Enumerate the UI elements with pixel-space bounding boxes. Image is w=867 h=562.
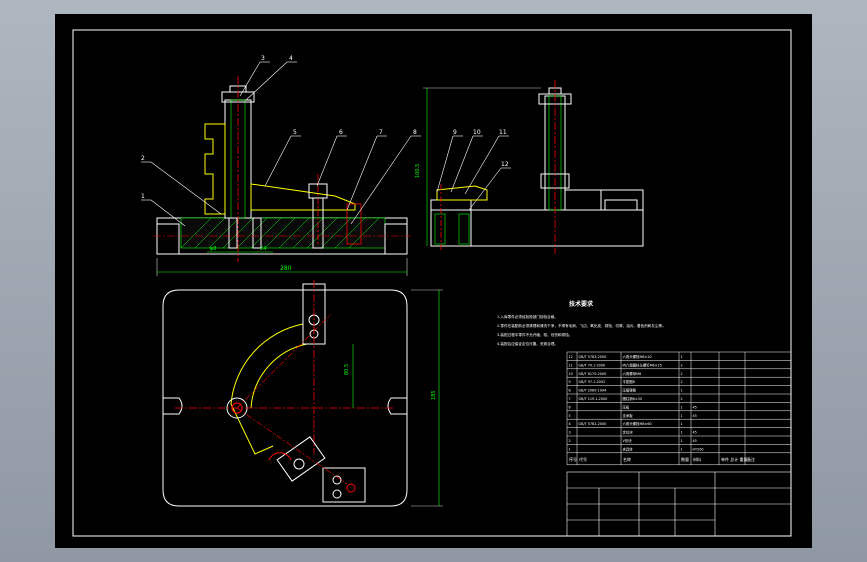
bom-table: 12 GB/T 5783-2000 六角头螺栓M6×20 111 GB/T 70.1-2…: [566, 351, 792, 466]
bom-cell: 夹具体: [623, 446, 634, 451]
bom-cell: 圆柱销6×30: [623, 396, 642, 401]
bom-cell: 1: [681, 389, 683, 393]
bom-header-cell: 序号: [569, 456, 577, 462]
bom-cell: 7: [569, 397, 571, 401]
balloon-10: 10: [473, 129, 481, 136]
bom-cell: GB/T 97.1-2002: [579, 380, 606, 384]
side-view: 100.5: [415, 80, 644, 254]
bom-cell: 1: [681, 431, 683, 435]
side-height-dim: 100.5: [415, 164, 421, 178]
balloon-4: 4: [289, 55, 293, 62]
bom-cell: 六角头螺栓M6×20: [623, 354, 652, 359]
bom-cell: 2: [681, 380, 683, 384]
bom-cell: 45: [693, 405, 697, 409]
balloon-12: 12: [501, 161, 509, 168]
bom-cell: GB/T 6170-2000: [579, 372, 607, 376]
bom-cell: 3: [569, 431, 571, 435]
bom-header-cell: 材料: [693, 456, 701, 462]
balloon-3: 3: [261, 55, 265, 62]
tech-line-4: 4.装配后应保证定位可靠、夹紧合理。: [497, 341, 558, 346]
bom-cell: 1: [681, 414, 683, 418]
bom-cell: GB/T 70.1-2000: [579, 363, 606, 367]
bom-cell: 内六角圆柱头螺钉M6×25: [623, 362, 662, 367]
bom-cell: 2: [681, 397, 683, 401]
bom-cell: 平垫圈8: [623, 379, 635, 384]
bom-header-cell: 备注: [747, 456, 755, 462]
bom-cell: 6: [569, 405, 571, 409]
balloon-11: 11: [499, 129, 507, 136]
balloon-8: 8: [413, 129, 417, 136]
bom-cell: 1: [681, 355, 683, 359]
bom-cell: 1: [569, 447, 571, 451]
bom-cell: GB/T 5783-2000: [579, 355, 607, 359]
bom-cell: 六角螺母M8: [623, 371, 642, 376]
bom-cell: 9: [569, 380, 571, 384]
bom-cell: 45: [693, 431, 697, 435]
balloon-5: 5: [293, 129, 297, 136]
bom-cell: 8: [569, 389, 571, 393]
cad-drawing-canvas: 280 φ8 24 3 4 5 6 7 8 2 1 100.5 9 10 11 …: [55, 14, 812, 548]
front-leaders: [141, 61, 421, 227]
bom-header-cell: 名称: [623, 456, 631, 462]
bom-cell: GB/T 2089-1994: [579, 389, 607, 393]
balloon-7: 7: [379, 129, 383, 136]
bom-cell: 1: [681, 405, 683, 409]
tech-requirements: 技术要求 1.入库零件必须经检验部门检验合格。 2.零件在装配前必须清理和清洗干…: [497, 300, 666, 346]
bom-header-cell: 单件 总计 重量: [721, 456, 748, 462]
bom-cell: GB/T 5782-2000: [579, 422, 607, 426]
bom-cell: HT200: [693, 447, 704, 451]
bom-cell: 1: [681, 422, 683, 426]
front-view: 280 φ8 24: [153, 76, 411, 276]
bom-cell: 1: [681, 439, 683, 443]
bom-cell: 六角头螺栓M8×60: [623, 421, 652, 426]
side-leaders: [436, 135, 511, 211]
bom-cell: 2: [569, 439, 571, 443]
balloon-9: 9: [453, 129, 457, 136]
small-dim-b: 24: [260, 246, 266, 252]
tech-line-2: 2.零件在装配前必须清理和清洗干净，不得有毛刺、飞边、氧化皮、锈蚀、切屑、油污、…: [497, 323, 666, 328]
bom-cell: 压缩弹簧: [623, 388, 637, 393]
tech-line-1: 1.入库零件必须经检验部门检验合格。: [497, 314, 558, 319]
tech-title: 技术要求: [569, 300, 594, 308]
bom-cell: 定位块: [623, 430, 634, 435]
bom-cell: 4: [569, 422, 571, 426]
bom-cell: 45: [693, 439, 697, 443]
balloon-6: 6: [339, 129, 343, 136]
drawing-svg: 280 φ8 24 3 4 5 6 7 8 2 1 100.5 9 10 11 …: [72, 29, 792, 537]
bom-cell: 2: [681, 372, 683, 376]
bom-header-cell: 数量: [681, 456, 689, 462]
bom-cell: 支承板: [623, 413, 634, 418]
plan-height-dim: 185: [431, 390, 437, 400]
bom-cell: 5: [569, 414, 571, 418]
plan-view: 185 80.5: [162, 280, 443, 507]
bom-cell: 压板: [623, 404, 630, 409]
bom-cell: 10: [569, 372, 573, 376]
bom-cell: 45: [693, 414, 697, 418]
plan-inner-dim: 80.5: [344, 364, 350, 375]
balloon-2: 2: [141, 155, 145, 162]
front-width-dim: 280: [280, 265, 292, 272]
small-dim-a: φ8: [210, 246, 216, 252]
bom-cell: GB/T 119.1-2000: [579, 397, 608, 401]
bom-cell: 1: [681, 447, 683, 451]
bom-cell: V形块: [623, 438, 633, 443]
bom-cell: 12: [569, 355, 573, 359]
bom-header-cell: 代号: [579, 456, 587, 462]
bom-cell: 2: [681, 363, 683, 367]
bom-cell: 11: [569, 363, 573, 367]
balloon-1: 1: [141, 193, 145, 200]
title-block: [566, 471, 792, 537]
tech-line-3: 3.装配过程中零件不允许磕、碰、划伤和锈蚀。: [497, 332, 572, 337]
